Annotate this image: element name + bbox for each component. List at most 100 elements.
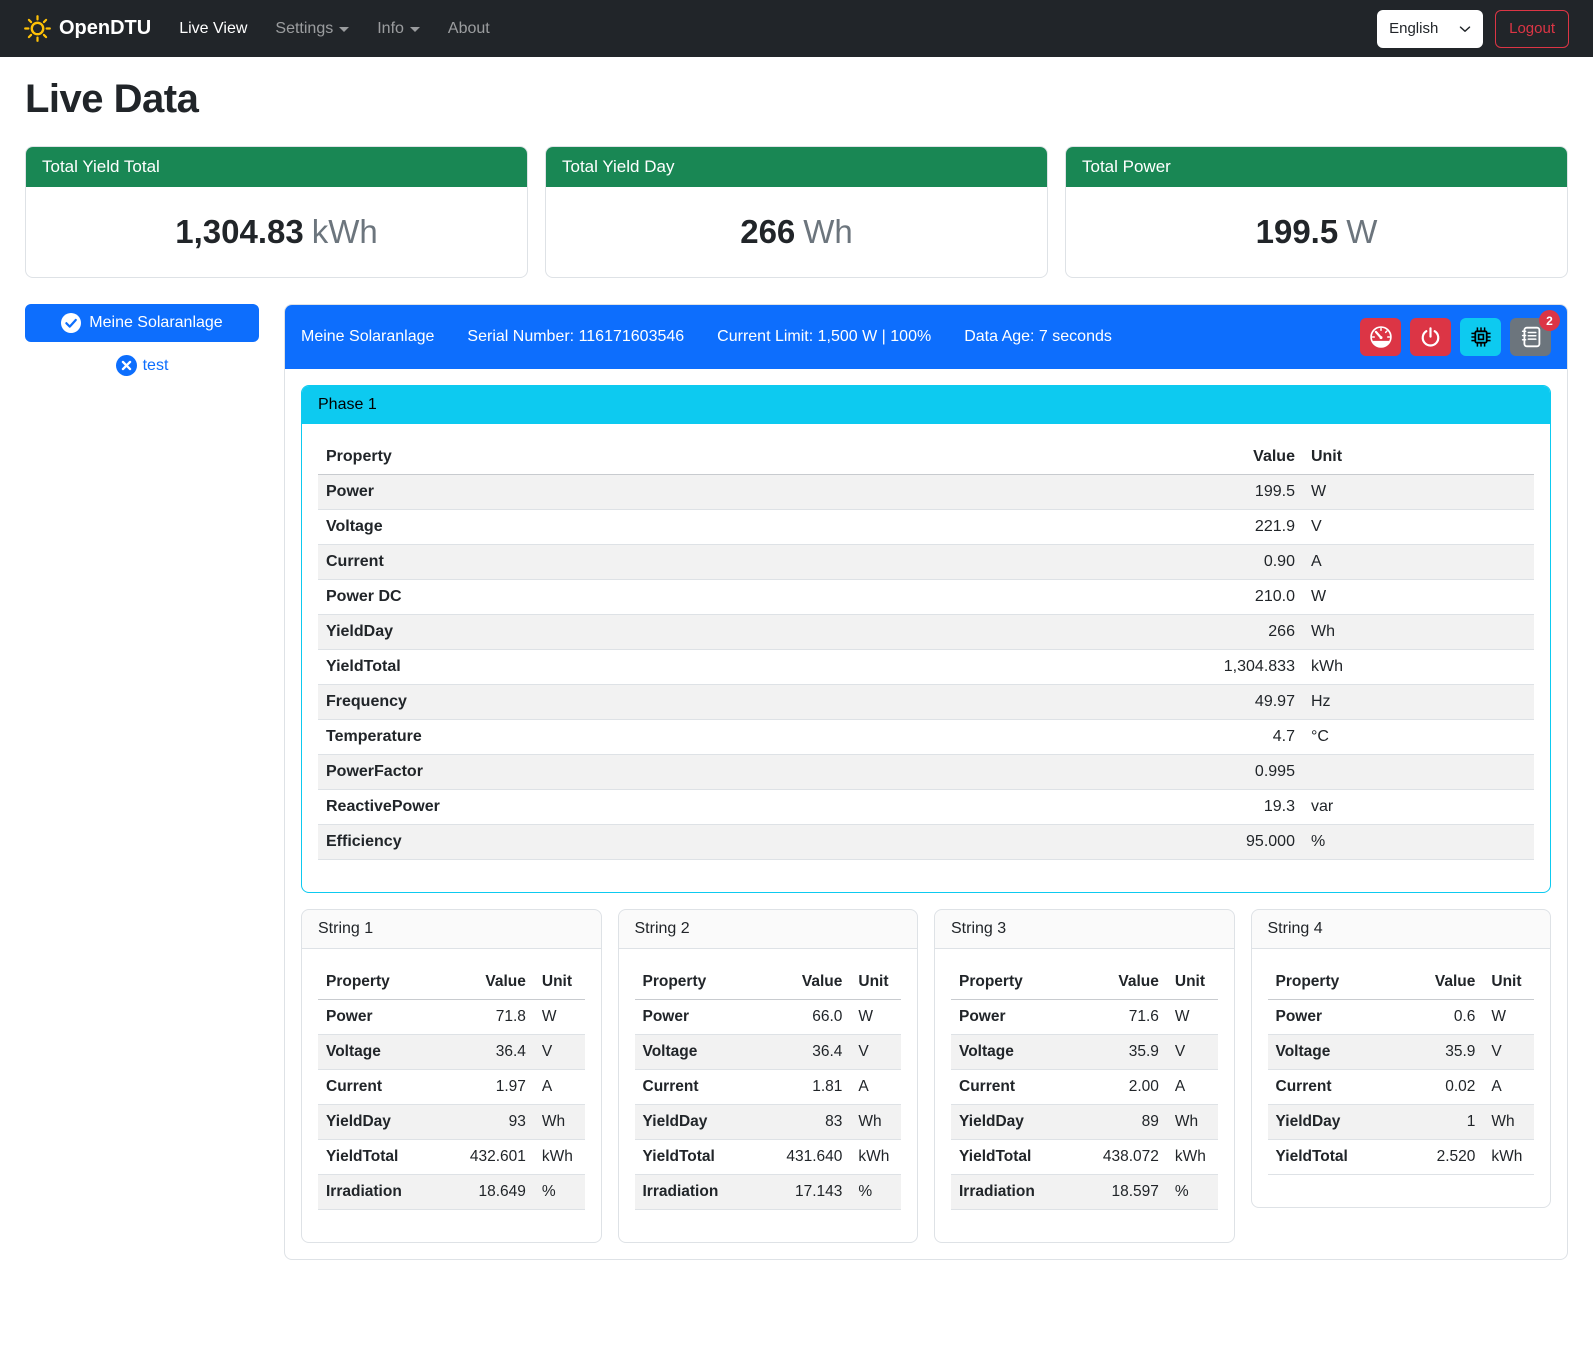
page-title: Live Data xyxy=(25,77,1568,122)
table-header-row: Property Value Unit xyxy=(1268,965,1535,1000)
event-log-button[interactable]: 2 xyxy=(1510,318,1551,356)
property-cell: Irradiation xyxy=(318,1175,462,1210)
nav-item-live-view[interactable]: Live View xyxy=(179,20,247,38)
property-cell: PowerFactor xyxy=(318,755,1133,790)
string-1-table: Property Value Unit Power71.8WVoltage36.… xyxy=(318,965,585,1210)
property-cell: Irradiation xyxy=(951,1175,1095,1210)
unit-cell: kWh xyxy=(534,1140,585,1175)
unit-cell: var xyxy=(1303,790,1534,825)
column-header-property: Property xyxy=(1268,965,1427,1000)
total-power-card: Total Power 199.5W xyxy=(1065,146,1568,278)
unit-cell: % xyxy=(850,1175,901,1210)
table-row: Power199.5W xyxy=(318,475,1534,510)
value-cell: 2.520 xyxy=(1427,1140,1484,1175)
strings-row: String 1 Property Value Unit xyxy=(301,909,1551,1243)
column-header-property: Property xyxy=(951,965,1095,1000)
unit-cell: Wh xyxy=(850,1105,901,1140)
table-row: Voltage36.4V xyxy=(318,1035,585,1070)
card-title: Total Power xyxy=(1066,147,1567,187)
property-cell: Temperature xyxy=(318,720,1133,755)
column-header-unit: Unit xyxy=(1303,440,1534,475)
unit-cell: W xyxy=(1303,475,1534,510)
column-header-property: Property xyxy=(635,965,779,1000)
inverter-select-button[interactable]: Meine Solaranlage xyxy=(25,304,259,342)
table-row: Power0.6W xyxy=(1268,1000,1535,1035)
unit-cell: °C xyxy=(1303,720,1534,755)
property-cell: Power xyxy=(635,1000,779,1035)
test-inverter-link[interactable]: test xyxy=(143,357,169,375)
device-info-button[interactable] xyxy=(1460,318,1501,356)
property-cell: YieldTotal xyxy=(1268,1140,1427,1175)
table-row: Current0.02A xyxy=(1268,1070,1535,1105)
string-3-card: String 3 Property Value Unit xyxy=(934,909,1235,1243)
value-cell: 221.9 xyxy=(1133,510,1303,545)
table-row: Irradiation18.597% xyxy=(951,1175,1218,1210)
column-header-value: Value xyxy=(1133,440,1303,475)
value-cell: 18.649 xyxy=(462,1175,534,1210)
x-circle-icon[interactable] xyxy=(116,355,137,376)
column-header-unit: Unit xyxy=(1167,965,1218,1000)
inverter-serial: Serial Number: 116171603546 xyxy=(467,328,684,346)
card-unit: W xyxy=(1346,213,1377,250)
property-cell: Current xyxy=(951,1070,1095,1105)
inverter-name: Meine Solaranlage xyxy=(301,328,434,346)
table-row: Power66.0W xyxy=(635,1000,902,1035)
power-toggle-button[interactable] xyxy=(1410,318,1451,356)
table-row: Irradiation17.143% xyxy=(635,1175,902,1210)
value-cell: 66.0 xyxy=(778,1000,850,1035)
property-cell: Irradiation xyxy=(635,1175,779,1210)
table-header-row: Property Value Unit xyxy=(951,965,1218,1000)
inverter-sidebar: Meine Solaranlage test xyxy=(25,304,259,376)
nav-item-settings[interactable]: Settings xyxy=(275,20,349,38)
summary-cards-row: Total Yield Total 1,304.83kWh Total Yiel… xyxy=(25,146,1568,278)
unit-cell: kWh xyxy=(1483,1140,1534,1175)
unit-cell: kWh xyxy=(850,1140,901,1175)
value-cell: 199.5 xyxy=(1133,475,1303,510)
language-select-value: English xyxy=(1389,20,1438,37)
table-row: Current1.97A xyxy=(318,1070,585,1105)
column-header-unit: Unit xyxy=(850,965,901,1000)
unit-cell: kWh xyxy=(1167,1140,1218,1175)
property-cell: ReactivePower xyxy=(318,790,1133,825)
sidebar-item-test: test xyxy=(25,355,259,376)
value-cell: 36.4 xyxy=(778,1035,850,1070)
table-row: Voltage35.9V xyxy=(1268,1035,1535,1070)
table-row: Voltage221.9V xyxy=(318,510,1534,545)
table-row: YieldTotal438.072kWh xyxy=(951,1140,1218,1175)
value-cell: 83 xyxy=(778,1105,850,1140)
value-cell: 95.000 xyxy=(1133,825,1303,860)
value-cell: 49.97 xyxy=(1133,685,1303,720)
string-2-card: String 2 Property Value Unit xyxy=(618,909,919,1243)
card-title: Total Yield Total xyxy=(26,147,527,187)
language-select[interactable]: English xyxy=(1377,10,1483,48)
table-row: YieldTotal1,304.833kWh xyxy=(318,650,1534,685)
unit-cell: V xyxy=(1167,1035,1218,1070)
property-cell: Power DC xyxy=(318,580,1133,615)
limit-settings-button[interactable] xyxy=(1360,318,1401,356)
event-count-badge: 2 xyxy=(1539,310,1560,331)
table-row: Efficiency95.000% xyxy=(318,825,1534,860)
table-row: YieldTotal2.520kWh xyxy=(1268,1140,1535,1175)
logout-button[interactable]: Logout xyxy=(1495,10,1569,48)
table-row: YieldDay1Wh xyxy=(1268,1105,1535,1140)
string-1-card: String 1 Property Value Unit xyxy=(301,909,602,1243)
unit-cell: A xyxy=(1303,545,1534,580)
table-row: Current1.81A xyxy=(635,1070,902,1105)
string-2-table: Property Value Unit Power66.0WVoltage36.… xyxy=(635,965,902,1210)
column-header-unit: Unit xyxy=(1483,965,1534,1000)
nav-item-info[interactable]: Info xyxy=(377,20,420,38)
table-row: Power71.8W xyxy=(318,1000,585,1035)
table-row: YieldDay89Wh xyxy=(951,1105,1218,1140)
table-row: YieldTotal432.601kWh xyxy=(318,1140,585,1175)
nav-item-about[interactable]: About xyxy=(448,20,490,38)
property-cell: Power xyxy=(1268,1000,1427,1035)
value-cell: 0.6 xyxy=(1427,1000,1484,1035)
column-header-value: Value xyxy=(1095,965,1167,1000)
value-cell: 210.0 xyxy=(1133,580,1303,615)
card-value: 1,304.83 xyxy=(175,213,303,250)
property-cell: Current xyxy=(1268,1070,1427,1105)
value-cell: 0.90 xyxy=(1133,545,1303,580)
column-header-unit: Unit xyxy=(534,965,585,1000)
value-cell: 18.597 xyxy=(1095,1175,1167,1210)
table-row: YieldTotal431.640kWh xyxy=(635,1140,902,1175)
